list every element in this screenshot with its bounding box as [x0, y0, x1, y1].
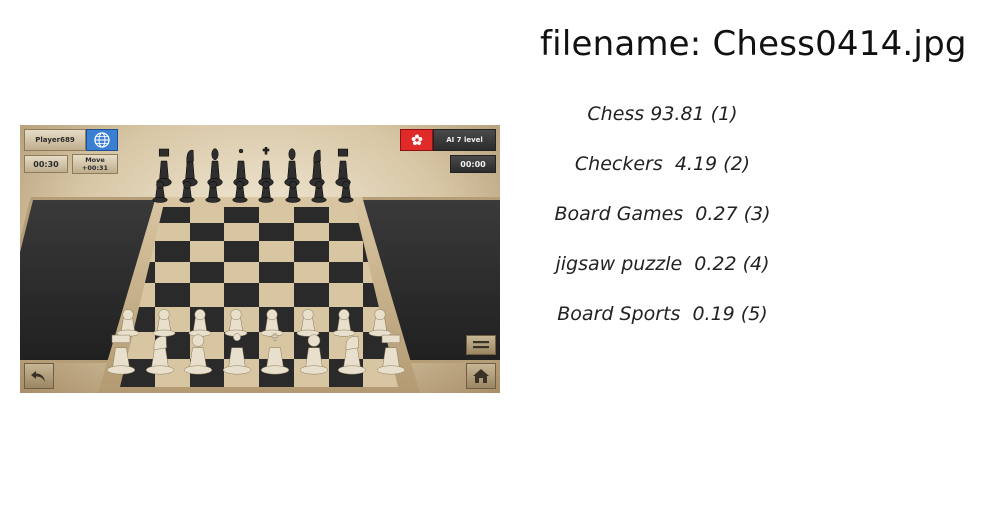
ai-timer: 00:00 [450, 155, 496, 173]
move-timer-box: Move +00:31 [72, 154, 118, 174]
black-pawn-piece[interactable] [178, 177, 195, 203]
board-square[interactable] [224, 207, 259, 223]
board-square[interactable] [259, 222, 294, 242]
board-square[interactable] [154, 261, 190, 284]
board-square[interactable] [189, 241, 225, 262]
home-icon [473, 369, 489, 383]
black-pawn-piece[interactable] [284, 177, 301, 203]
move-label: Move [85, 156, 105, 164]
home-button[interactable] [466, 363, 496, 389]
undo-button[interactable] [24, 363, 54, 389]
menu-button[interactable] [466, 335, 496, 355]
white-knight-piece[interactable] [145, 333, 175, 375]
board-square[interactable] [224, 222, 259, 242]
prediction-5: Board Sports 0.19 (5) [557, 303, 768, 325]
player-timer: 00:30 [24, 155, 68, 173]
black-pawn-piece[interactable] [231, 177, 248, 203]
board-square[interactable] [293, 261, 329, 284]
menu-icon [473, 341, 489, 349]
white-knight-piece[interactable] [337, 333, 367, 375]
black-pawn-piece[interactable] [152, 177, 168, 203]
globe-icon [86, 129, 118, 151]
board-square[interactable] [189, 261, 225, 284]
black-pawn-piece[interactable] [205, 177, 221, 203]
black-pawn-piece[interactable] [337, 177, 354, 203]
white-bishop-piece[interactable] [299, 333, 329, 375]
board-square[interactable] [154, 241, 190, 262]
board-square[interactable] [328, 283, 364, 307]
board-square[interactable] [328, 222, 364, 242]
white-king-piece[interactable] [260, 333, 290, 375]
filename-label: filename: Chess0414.jpg [540, 24, 967, 64]
black-pawn-piece[interactable] [258, 177, 274, 203]
board-square[interactable] [293, 283, 329, 307]
hong-kong-flag-icon [400, 129, 433, 151]
board-square[interactable] [154, 283, 190, 307]
board-square[interactable] [189, 222, 225, 242]
white-rook-piece[interactable] [106, 333, 136, 375]
move-timer: +00:31 [81, 164, 109, 172]
board-square[interactable] [224, 261, 259, 284]
board-square[interactable] [328, 261, 364, 284]
prediction-1: Chess 93.81 (1) [587, 103, 738, 125]
player-name: Player689 [24, 129, 86, 151]
board-square[interactable] [154, 222, 190, 242]
board-square[interactable] [259, 241, 294, 262]
board-square[interactable] [189, 207, 225, 223]
black-pawn-piece[interactable] [311, 177, 327, 203]
board-square[interactable] [328, 241, 364, 262]
board-square[interactable] [259, 283, 294, 307]
prediction-4: jigsaw puzzle 0.22 (4) [555, 253, 770, 275]
white-queen-piece[interactable] [222, 333, 252, 375]
white-rook-piece[interactable] [376, 333, 406, 375]
prediction-2: Checkers 4.19 (2) [574, 153, 751, 175]
board-square[interactable] [293, 222, 329, 242]
chess-game-screenshot: Player689 00:30 Move +00:31 AI 7 level 0… [20, 125, 500, 393]
board-square[interactable] [189, 283, 225, 307]
board-square[interactable] [224, 283, 259, 307]
board-square[interactable] [259, 261, 294, 284]
board-square[interactable] [293, 207, 329, 223]
ai-level-label: AI 7 level [433, 129, 496, 151]
white-bishop-piece[interactable] [183, 333, 213, 375]
board-square[interactable] [293, 241, 329, 262]
undo-arrow-icon [31, 371, 45, 382]
board-square[interactable] [224, 241, 259, 262]
prediction-3: Board Games 0.27 (3) [554, 203, 771, 225]
board-square[interactable] [259, 207, 294, 223]
